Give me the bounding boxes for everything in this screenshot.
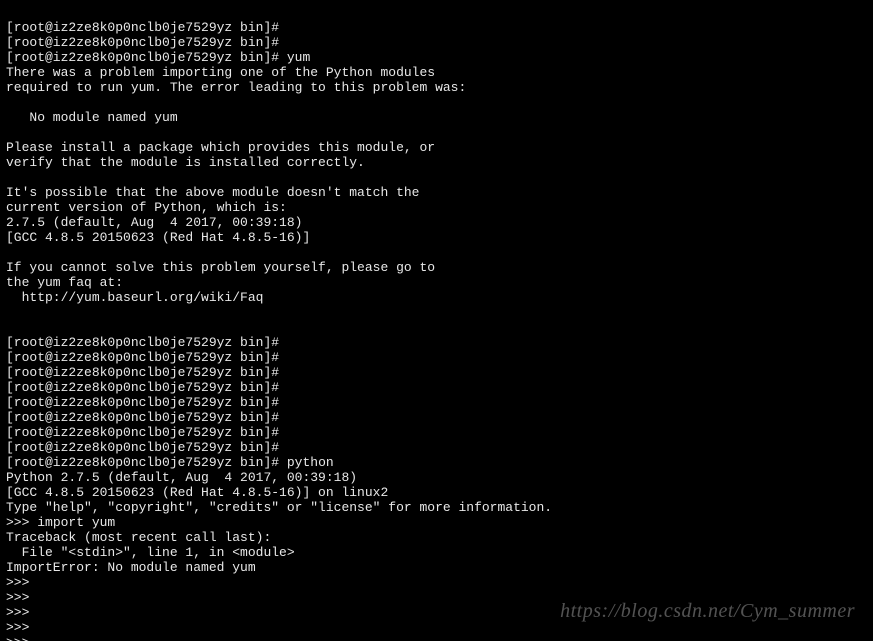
command-text: yum: [287, 50, 310, 65]
shell-prompt: [root@iz2ze8k0p0nclb0je7529yz bin]#: [6, 335, 287, 350]
output-line: current version of Python, which is:: [6, 200, 287, 215]
python-prompt: >>>: [6, 605, 37, 620]
output-line: Python 2.7.5 (default, Aug 4 2017, 00:39…: [6, 470, 357, 485]
output-line: It's possible that the above module does…: [6, 185, 419, 200]
output-line: No module named yum: [6, 110, 178, 125]
python-statement: import yum: [37, 515, 115, 530]
python-prompt: >>>: [6, 635, 37, 641]
output-line: If you cannot solve this problem yoursel…: [6, 260, 435, 275]
command-text: python: [287, 455, 334, 470]
shell-prompt: [root@iz2ze8k0p0nclb0je7529yz bin]#: [6, 410, 287, 425]
output-line: There was a problem importing one of the…: [6, 65, 435, 80]
output-line: the yum faq at:: [6, 275, 123, 290]
output-line: 2.7.5 (default, Aug 4 2017, 00:39:18): [6, 215, 302, 230]
shell-prompt: [root@iz2ze8k0p0nclb0je7529yz bin]#: [6, 35, 287, 50]
shell-prompt: [root@iz2ze8k0p0nclb0je7529yz bin]#: [6, 380, 287, 395]
shell-prompt: [root@iz2ze8k0p0nclb0je7529yz bin]#: [6, 365, 287, 380]
shell-prompt: [root@iz2ze8k0p0nclb0je7529yz bin]#: [6, 50, 287, 65]
output-line: required to run yum. The error leading t…: [6, 80, 466, 95]
python-prompt: >>>: [6, 515, 37, 530]
python-prompt: >>>: [6, 620, 37, 635]
shell-prompt: [root@iz2ze8k0p0nclb0je7529yz bin]#: [6, 395, 287, 410]
python-prompt: >>>: [6, 590, 37, 605]
output-line: File "<stdin>", line 1, in <module>: [6, 545, 295, 560]
output-line: Type "help", "copyright", "credits" or "…: [6, 500, 552, 515]
output-line: Traceback (most recent call last):: [6, 530, 271, 545]
shell-prompt: [root@iz2ze8k0p0nclb0je7529yz bin]#: [6, 440, 287, 455]
output-line: ImportError: No module named yum: [6, 560, 256, 575]
output-line: http://yum.baseurl.org/wiki/Faq: [6, 290, 263, 305]
shell-prompt: [root@iz2ze8k0p0nclb0je7529yz bin]#: [6, 425, 287, 440]
python-prompt: >>>: [6, 575, 37, 590]
terminal-output[interactable]: [root@iz2ze8k0p0nclb0je7529yz bin]# [roo…: [0, 0, 873, 641]
output-line: Please install a package which provides …: [6, 140, 435, 155]
shell-prompt: [root@iz2ze8k0p0nclb0je7529yz bin]#: [6, 20, 287, 35]
output-line: verify that the module is installed corr…: [6, 155, 365, 170]
shell-prompt: [root@iz2ze8k0p0nclb0je7529yz bin]#: [6, 350, 287, 365]
shell-prompt: [root@iz2ze8k0p0nclb0je7529yz bin]#: [6, 455, 287, 470]
output-line: [GCC 4.8.5 20150623 (Red Hat 4.8.5-16)]: [6, 230, 310, 245]
output-line: [GCC 4.8.5 20150623 (Red Hat 4.8.5-16)] …: [6, 485, 388, 500]
